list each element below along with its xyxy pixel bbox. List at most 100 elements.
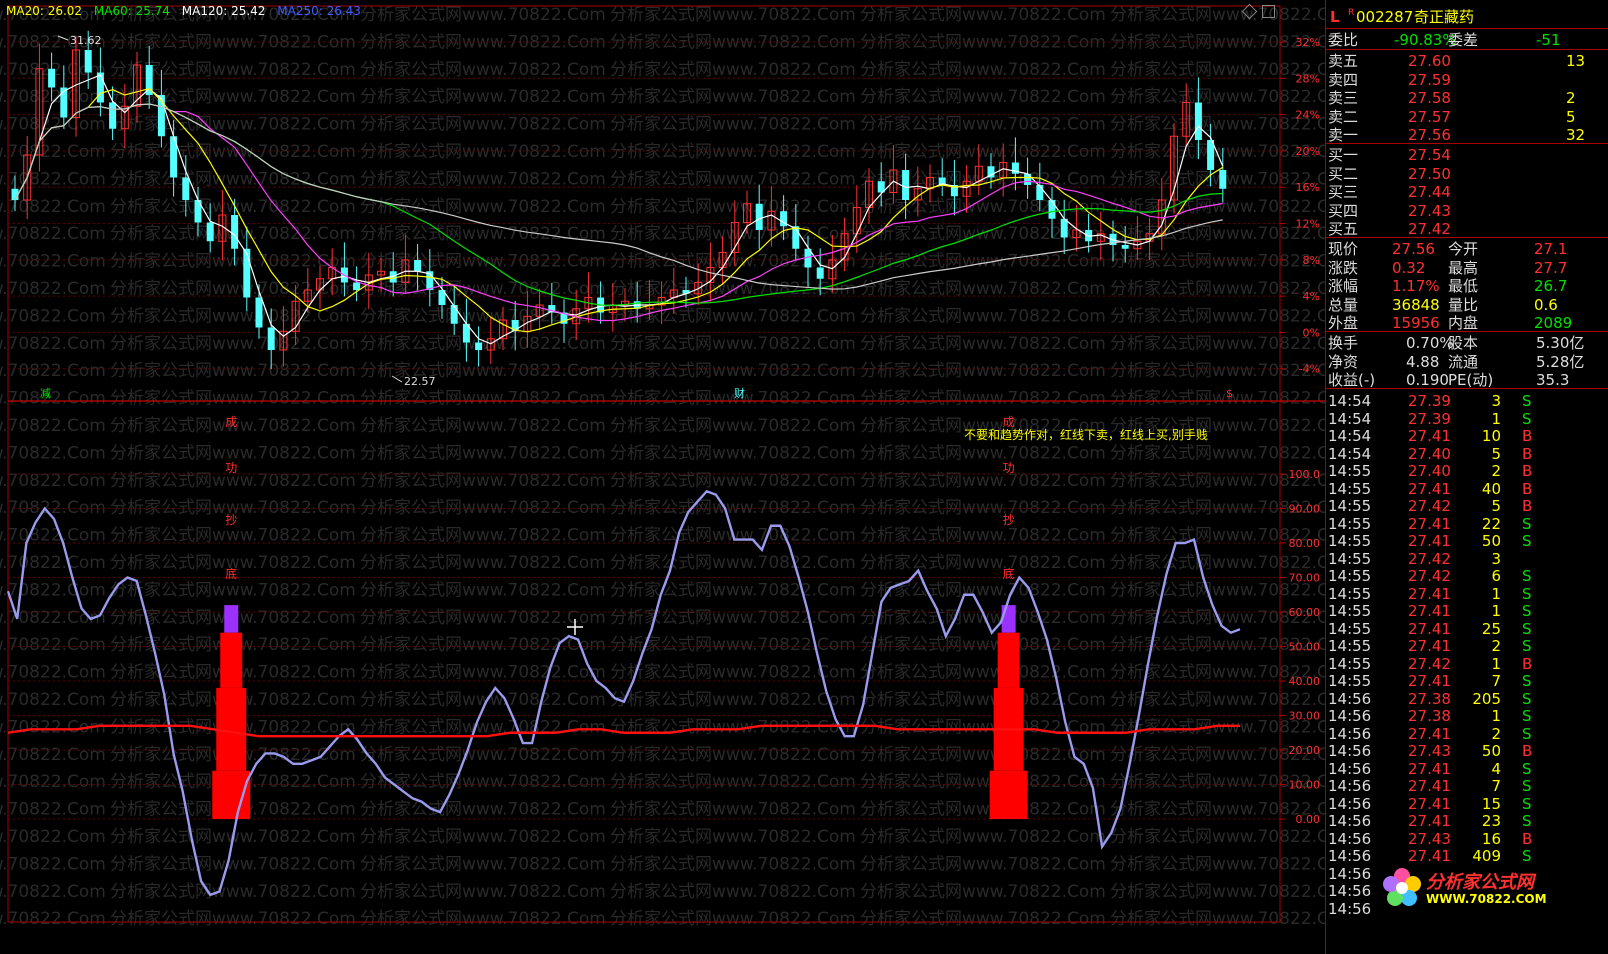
watermark-text: 分析家公式网www.70822.Com — [360, 361, 606, 381]
tick-volume: 205 — [1472, 689, 1501, 708]
watermark-text: 分析家公式网www.70822.Com — [610, 306, 856, 326]
watermark-text: 分析家公式网www.70822.Com — [860, 580, 1106, 600]
signal-char: 底 — [225, 566, 237, 581]
tick-volume: 7 — [1491, 672, 1501, 690]
tick-direction: B — [1522, 742, 1533, 760]
watermark-text: 分析家公式网www.70822.Com — [610, 169, 856, 189]
watermark-text: 分析家公式网www.70822.Com — [860, 306, 1106, 326]
strategy-annotation: 不要和趋势作对，红线下卖，红线上买,别手贱 — [964, 428, 1208, 442]
watermark-text: 分析家公式网www.70822.Com — [610, 580, 856, 600]
tick-row: 14:56 27.41 4 S — [1328, 759, 1532, 778]
candle-body — [414, 260, 422, 272]
tick-volume: 4 — [1491, 759, 1501, 778]
tick-direction: S — [1522, 409, 1532, 428]
tick-volume: 6 — [1491, 567, 1501, 585]
watermark-text: 分析家公式网www.70822.Com — [110, 306, 356, 326]
signal-char: 底 — [1003, 566, 1015, 581]
watermark-text: 分析家公式网www.70822.Com — [110, 115, 356, 135]
tick-direction: S — [1522, 689, 1532, 708]
signal-red-bar — [989, 770, 1028, 819]
watermark-text: 分析家公式网www.70822.Com — [0, 663, 106, 683]
ma60-legend: MA60: 25.74 — [93, 4, 170, 18]
watermark-text: 分析家公式网www.70822.Com — [1110, 252, 1325, 272]
candle-body — [475, 342, 483, 350]
signal-char: 抄 — [225, 513, 237, 527]
watermark-text: 分析家公式网www.70822.Com — [610, 443, 856, 463]
watermark-text: 分析家公式网www.70822.Com — [360, 87, 606, 107]
tick-row: 14:55 27.41 50 S — [1328, 532, 1532, 550]
watermark-text: 分析家公式网www.70822.Com — [0, 690, 106, 710]
price-axis-label: -4% — [1299, 363, 1320, 376]
tick-volume: 2 — [1491, 724, 1501, 743]
tick-direction: S — [1522, 514, 1532, 533]
watermark-text: 分析家公式网www.70822.Com — [860, 800, 1106, 820]
tick-volume: 16 — [1481, 829, 1501, 848]
quote-row: 涨跌 0.32 最高 27.7 — [1328, 258, 1568, 277]
watermark-text: 分析家公式网www.70822.Com — [0, 224, 106, 244]
tick-volume: 7 — [1491, 777, 1501, 795]
watermark-text: 分析家公式网www.70822.Com — [860, 635, 1106, 655]
chart-canvas[interactable]: 分析家公式网www.70822.Com分析家公式网www.70822.Com分析… — [0, 0, 1325, 954]
watermark-text: 分析家公式网www.70822.Com — [360, 389, 606, 409]
indicator-axis-label: 10.00 — [1289, 779, 1321, 792]
buy-level-row: 买二 27.50 — [1328, 164, 1451, 183]
tick-direction: S — [1522, 532, 1532, 550]
tick-volume: 50 — [1481, 532, 1501, 550]
tick-direction: B — [1522, 444, 1533, 463]
watermark-text: 分析家公式网www.70822.Com — [860, 389, 1106, 409]
watermark-text: 分析家公式网www.70822.Com — [0, 827, 106, 847]
tick-direction: S — [1522, 637, 1532, 655]
watermark-text: 分析家公式网www.70822.Com — [610, 882, 856, 902]
watermark-text: 分析家公式网www.70822.Com — [110, 854, 356, 874]
candle-body — [755, 203, 763, 230]
watermark-text: 分析家公式网www.70822.Com — [1110, 5, 1325, 25]
tick-row: 14:55 27.42 5 B — [1328, 497, 1533, 515]
tick-row: 14:55 27.40 2 B — [1328, 462, 1533, 480]
watermark-text: 分析家公式网www.70822.Com — [860, 443, 1106, 463]
fund-row: 净资 4.88 流通 5.28亿 — [1328, 352, 1585, 371]
watermark-text: 分析家公式网www.70822.Com — [860, 334, 1106, 354]
watermark-text: 分析家公式网www.70822.Com — [860, 854, 1106, 874]
watermark-text: 分析家公式网www.70822.Com — [860, 690, 1106, 710]
candle-body — [109, 102, 117, 129]
watermark-text: 分析家公式网www.70822.Com — [610, 5, 856, 25]
candle-body — [243, 248, 251, 298]
sell-level-row: 卖三 27.58 2 — [1328, 89, 1576, 108]
signal-purple-bar — [1001, 605, 1016, 633]
watermark-text: 分析家公式网www.70822.Com — [860, 115, 1106, 135]
price-axis-label: 24% — [1296, 109, 1320, 122]
tick-direction: S — [1522, 794, 1532, 813]
watermark-text: 分析家公式网www.70822.Com — [0, 252, 106, 272]
tick-row: 14:55 27.41 7 S — [1328, 672, 1532, 690]
panel-menu-icon[interactable] — [1262, 5, 1275, 18]
watermark-text: 分析家公式网www.70822.Com — [110, 334, 356, 354]
watermark-text: 分析家公式网www.70822.Com — [610, 224, 856, 244]
cai-marker: 财 — [734, 386, 745, 400]
tick-volume: 2 — [1491, 462, 1501, 480]
tick-direction: B — [1522, 654, 1533, 673]
indicator-axis-label: 20.00 — [1289, 744, 1321, 757]
watermark-text: 分析家公式网www.70822.Com — [360, 827, 606, 847]
tick-row: 14:55 27.42 1 B — [1328, 654, 1533, 673]
tick-row: 14:54 27.40 5 B — [1328, 444, 1533, 463]
tick-direction: S — [1522, 724, 1532, 743]
tick-volume: 23 — [1481, 812, 1501, 830]
watermark-text: 分析家公式网www.70822.Com — [360, 197, 606, 217]
watermark-text: 分析家公式网www.70822.Com — [0, 306, 106, 326]
tick-direction: S — [1522, 812, 1532, 830]
fund-row: 换手 0.70% 股本 5.30亿 — [1328, 334, 1585, 352]
watermark-text: 分析家公式网www.70822.Com — [860, 87, 1106, 107]
ma250-legend: MA250: 26.43 — [277, 4, 361, 18]
watermark-text: 分析家公式网www.70822.Com — [360, 745, 606, 765]
candle-body — [255, 297, 263, 328]
tick-direction: B — [1522, 497, 1533, 515]
tick-direction: S — [1522, 672, 1532, 690]
signal-red-bar — [212, 770, 251, 819]
candle-body — [353, 282, 361, 290]
signal-char: 功 — [225, 461, 237, 475]
price-axis-label: 28% — [1296, 72, 1320, 85]
tick-row: 14:56 27.38 1 S — [1328, 707, 1532, 725]
watermark-text: 分析家公式网www.70822.Com — [0, 416, 106, 436]
sell-level-row: 卖一 27.56 32 — [1328, 126, 1586, 145]
watermark-text: 分析家公式网www.70822.Com — [110, 142, 356, 162]
